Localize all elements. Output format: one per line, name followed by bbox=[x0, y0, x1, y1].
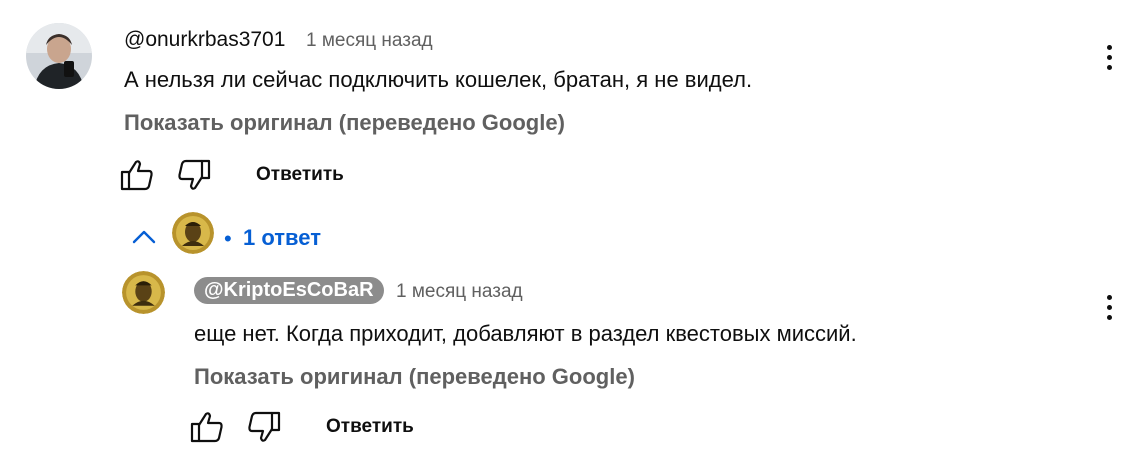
thumbs-down-icon[interactable] bbox=[176, 158, 212, 192]
show-original-toggle[interactable]: Показать оригинал (переведено Google) bbox=[124, 110, 565, 136]
reply-button[interactable]: Ответить bbox=[326, 416, 414, 438]
chevron-up-icon[interactable] bbox=[131, 227, 157, 245]
reply-text: еще нет. Когда приходит, добавляют в раз… bbox=[194, 321, 857, 346]
comment-author[interactable]: @onurkrbas3701 bbox=[124, 28, 285, 52]
replier-avatar[interactable] bbox=[122, 271, 165, 314]
more-vert-icon[interactable] bbox=[1107, 295, 1112, 325]
separator-dot: • bbox=[224, 226, 232, 251]
replies-toggle[interactable]: 1 ответ bbox=[243, 225, 321, 251]
reply-timestamp[interactable]: 1 месяц назад bbox=[396, 281, 523, 303]
thumbs-up-icon[interactable] bbox=[189, 410, 225, 444]
reply-button[interactable]: Ответить bbox=[256, 164, 344, 186]
thumbs-down-icon[interactable] bbox=[246, 410, 282, 444]
show-original-toggle[interactable]: Показать оригинал (переведено Google) bbox=[194, 364, 635, 390]
reply-author-chip[interactable]: @KriptoEsCoBaR bbox=[194, 277, 384, 304]
thumbs-up-icon[interactable] bbox=[119, 158, 155, 192]
replier-avatar-small bbox=[172, 212, 214, 254]
comment-text: А нельзя ли сейчас подключить кошелек, б… bbox=[124, 67, 753, 92]
more-vert-icon[interactable] bbox=[1107, 45, 1112, 75]
comment-timestamp[interactable]: 1 месяц назад bbox=[306, 30, 433, 52]
commenter-avatar[interactable] bbox=[26, 23, 92, 89]
